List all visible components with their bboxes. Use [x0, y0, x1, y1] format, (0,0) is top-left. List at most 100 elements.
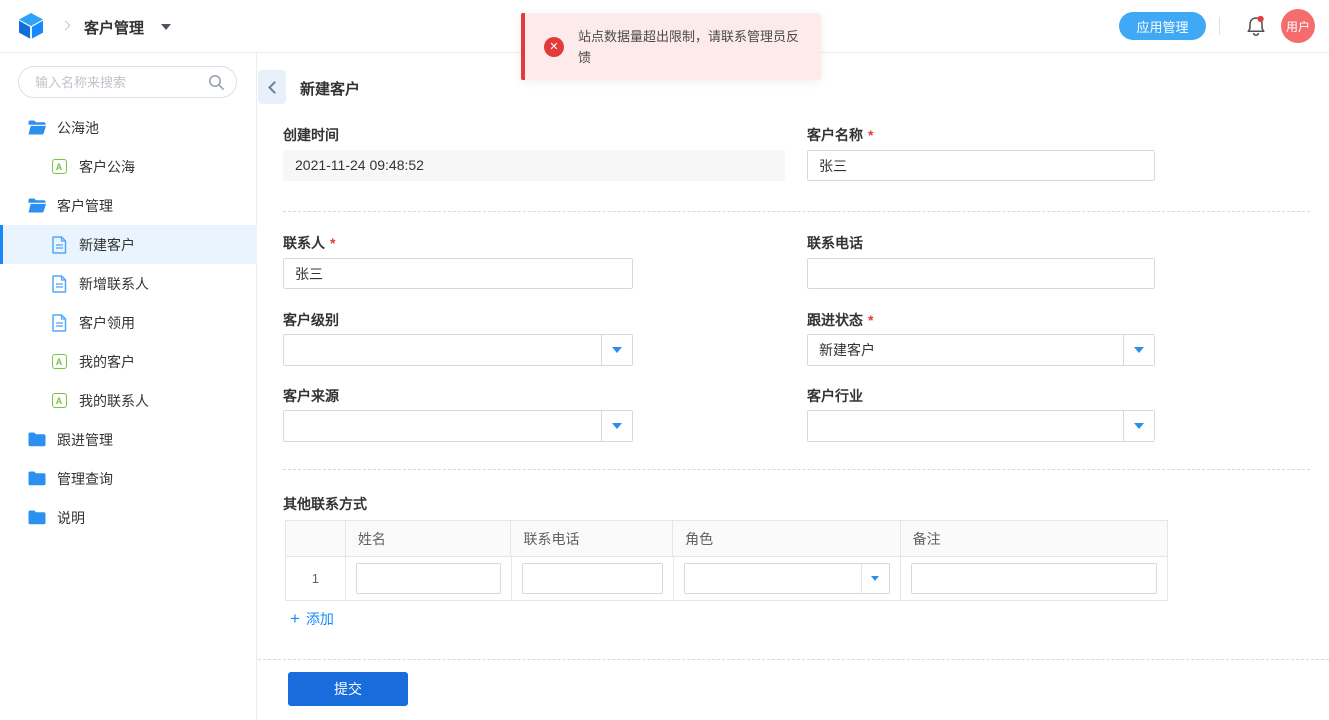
error-icon: ✕ [544, 37, 564, 57]
error-toast: ✕ 站点数据量超出限制，请联系管理员反馈 [521, 13, 821, 80]
select-value: 新建客户 [808, 335, 1123, 365]
dropdown-arrow-button[interactable] [861, 564, 889, 593]
search-icon[interactable] [208, 74, 225, 91]
select-value [685, 564, 861, 593]
row-remark-input[interactable] [911, 563, 1157, 594]
notification-bell-icon[interactable] [1245, 14, 1267, 38]
sidebar-item-label: 客户公海 [79, 157, 135, 177]
table-header-row: 姓名 联系电话 角色 备注 [286, 521, 1167, 557]
row-index: 1 [286, 557, 346, 600]
sidebar-tree: 公海池 A 客户公海 客户管理 新建客户 [0, 108, 257, 537]
sidebar-item-label: 新增联系人 [79, 274, 149, 294]
app-manage-button[interactable]: 应用管理 [1119, 12, 1206, 40]
sidebar-item-customer-public-sea[interactable]: A 客户公海 [0, 147, 257, 186]
required-marker: * [868, 312, 873, 328]
sidebar-search [18, 66, 237, 98]
sidebar-item-label: 我的客户 [79, 352, 135, 372]
customer-name-label: 客户名称* [807, 125, 873, 145]
footer-divider [258, 659, 1329, 660]
dropdown-arrow-button[interactable] [601, 335, 632, 365]
sidebar-item-new-contact[interactable]: 新增联系人 [0, 264, 257, 303]
row-role-cell [674, 557, 901, 600]
table-header-remark: 备注 [901, 521, 1167, 556]
tag-a-icon: A [50, 353, 68, 371]
sidebar-item-followup-management[interactable]: 跟进管理 [0, 420, 257, 459]
customer-level-select[interactable] [283, 334, 633, 366]
required-marker: * [330, 235, 335, 251]
sidebar-item-public-pool[interactable]: 公海池 [0, 108, 257, 147]
tag-a-icon: A [50, 392, 68, 410]
folder-icon [28, 470, 46, 488]
sidebar-item-instructions[interactable]: 说明 [0, 498, 257, 537]
breadcrumb-caret-down-icon[interactable] [161, 24, 171, 30]
customer-name-input[interactable] [807, 150, 1155, 181]
customer-source-select[interactable] [283, 410, 633, 442]
folder-open-icon [28, 197, 46, 215]
contact-input[interactable] [283, 258, 633, 289]
sidebar-item-my-contacts[interactable]: A 我的联系人 [0, 381, 257, 420]
row-remark-cell [901, 557, 1167, 600]
caret-down-icon [612, 347, 622, 353]
table-header-name: 姓名 [346, 521, 512, 556]
add-row-button[interactable]: + 添加 [290, 609, 334, 629]
chevron-left-icon [268, 81, 281, 94]
sidebar: 公海池 A 客户公海 客户管理 新建客户 [0, 53, 257, 720]
customer-industry-select[interactable] [807, 410, 1155, 442]
sidebar-item-label: 跟进管理 [57, 430, 113, 450]
sidebar-item-my-customers[interactable]: A 我的客户 [0, 342, 257, 381]
sidebar-item-customer-management[interactable]: 客户管理 [0, 186, 257, 225]
table-header-role: 角色 [673, 521, 900, 556]
sidebar-item-new-customer[interactable]: 新建客户 [0, 225, 257, 264]
section-divider [283, 469, 1310, 470]
submit-button[interactable]: 提交 [288, 672, 408, 706]
back-button[interactable] [258, 70, 286, 104]
select-value [284, 335, 601, 365]
required-marker: * [868, 127, 873, 143]
row-phone-cell [512, 557, 674, 600]
table-header-phone: 联系电话 [511, 521, 673, 556]
caret-down-icon [871, 576, 879, 581]
sidebar-item-label: 说明 [57, 508, 85, 528]
other-contacts-section-title: 其他联系方式 [283, 494, 367, 514]
breadcrumb[interactable]: 客户管理 [84, 17, 144, 38]
customer-industry-label: 客户行业 [807, 386, 863, 406]
sidebar-item-label: 客户管理 [57, 196, 113, 216]
folder-icon [28, 509, 46, 527]
follow-status-select[interactable]: 新建客户 [807, 334, 1155, 366]
user-avatar[interactable]: 用户 [1281, 9, 1315, 43]
header-divider [1219, 17, 1220, 35]
row-name-cell [346, 557, 512, 600]
dropdown-arrow-button[interactable] [1123, 411, 1154, 441]
page-title: 新建客户 [300, 78, 360, 99]
created-time-field: 2021-11-24 09:48:52 [283, 150, 785, 181]
other-contacts-table: 姓名 联系电话 角色 备注 1 [285, 520, 1168, 601]
phone-input[interactable] [807, 258, 1155, 289]
select-value [284, 411, 601, 441]
document-icon [50, 236, 68, 254]
row-role-select[interactable] [684, 563, 890, 594]
search-input[interactable] [35, 68, 200, 96]
sidebar-item-management-query[interactable]: 管理查询 [0, 459, 257, 498]
caret-down-icon [1134, 347, 1144, 353]
sidebar-item-label: 新建客户 [79, 235, 135, 255]
sidebar-item-label: 公海池 [57, 118, 99, 138]
row-name-input[interactable] [356, 563, 501, 594]
dropdown-arrow-button[interactable] [601, 411, 632, 441]
document-icon [50, 314, 68, 332]
app-logo-cube-icon[interactable] [16, 11, 46, 41]
table-header-index [286, 521, 346, 556]
dropdown-arrow-button[interactable] [1123, 335, 1154, 365]
sidebar-item-label: 我的联系人 [79, 391, 149, 411]
document-icon [50, 275, 68, 293]
row-phone-input[interactable] [522, 563, 663, 594]
sidebar-item-label: 管理查询 [57, 469, 113, 489]
toast-message: 站点数据量超出限制，请联系管理员反馈 [578, 26, 805, 68]
sidebar-item-customer-claim[interactable]: 客户领用 [0, 303, 257, 342]
customer-source-label: 客户来源 [283, 386, 339, 406]
folder-icon [28, 431, 46, 449]
section-divider [283, 211, 1310, 212]
add-row-label: 添加 [306, 609, 334, 629]
sidebar-item-label: 客户领用 [79, 313, 135, 333]
follow-status-label: 跟进状态* [807, 310, 873, 330]
plus-icon: + [290, 609, 300, 629]
